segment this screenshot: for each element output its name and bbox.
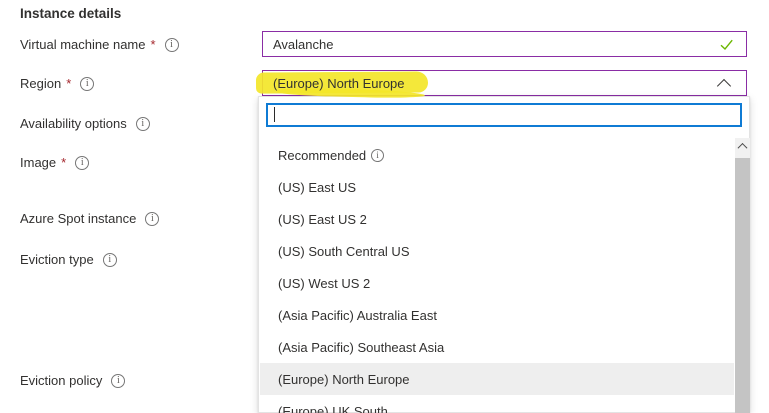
vm-name-label-row: Virtual machine name * i: [20, 31, 179, 58]
eviction-policy-label: Eviction policy: [20, 373, 102, 388]
image-label-row: Image * i: [20, 149, 89, 176]
dropdown-scrollbar[interactable]: [735, 138, 750, 413]
image-label: Image: [20, 155, 56, 170]
azure-spot-label: Azure Spot instance: [20, 211, 136, 226]
section-title: Instance details: [20, 6, 121, 21]
vm-name-label: Virtual machine name: [20, 37, 146, 52]
scrollbar-thumb[interactable]: [735, 158, 750, 413]
region-option[interactable]: (Asia Pacific) Southeast Asia: [260, 331, 734, 363]
azure-spot-label-row: Azure Spot instance i: [20, 205, 159, 232]
availability-options-label: Availability options: [20, 116, 127, 131]
availability-options-label-row: Availability options i: [20, 110, 150, 137]
info-icon[interactable]: i: [80, 77, 94, 91]
chevron-up-icon: [717, 79, 731, 93]
info-icon[interactable]: i: [111, 374, 125, 388]
region-option[interactable]: (US) West US 2: [260, 267, 734, 299]
info-icon[interactable]: i: [103, 253, 117, 267]
info-icon[interactable]: i: [145, 212, 159, 226]
instance-details-form: Instance details Virtual machine name * …: [0, 0, 769, 413]
info-icon[interactable]: i: [165, 38, 179, 52]
region-option[interactable]: (Europe) UK South: [260, 395, 734, 413]
region-option[interactable]: (US) East US 2: [260, 203, 734, 235]
region-combobox[interactable]: (Europe) North Europe: [262, 70, 747, 96]
region-group-header: Recommended i: [260, 139, 734, 171]
region-option[interactable]: (Asia Pacific) Australia East: [260, 299, 734, 331]
region-option[interactable]: (US) East US: [260, 171, 734, 203]
region-selected-value: (Europe) North Europe: [263, 76, 405, 91]
required-asterisk: *: [151, 37, 156, 52]
text-caret: [274, 107, 275, 122]
region-option[interactable]: (US) South Central US: [260, 235, 734, 267]
required-asterisk: *: [66, 76, 71, 91]
scroll-up-arrow-icon: [738, 143, 748, 153]
region-option-selected[interactable]: (Europe) North Europe: [260, 363, 734, 395]
eviction-type-label: Eviction type: [20, 252, 94, 267]
region-label: Region: [20, 76, 61, 91]
eviction-type-label-row: Eviction type i: [20, 246, 117, 273]
region-search-box: [266, 103, 742, 127]
region-search-input[interactable]: [268, 105, 740, 125]
region-label-row: Region * i: [20, 70, 94, 97]
required-asterisk: *: [61, 155, 66, 170]
eviction-policy-label-row: Eviction policy i: [20, 367, 125, 394]
vm-name-field: [262, 31, 747, 57]
region-dropdown-panel: Recommended i (US) East US (US) East US …: [258, 96, 750, 413]
info-icon[interactable]: i: [75, 156, 89, 170]
info-icon[interactable]: i: [136, 117, 150, 131]
valid-check-icon: [719, 37, 734, 55]
info-icon[interactable]: i: [371, 149, 384, 162]
scroll-up-button[interactable]: [735, 138, 750, 155]
group-header-label: Recommended: [278, 148, 366, 163]
vm-name-input[interactable]: [263, 37, 746, 52]
